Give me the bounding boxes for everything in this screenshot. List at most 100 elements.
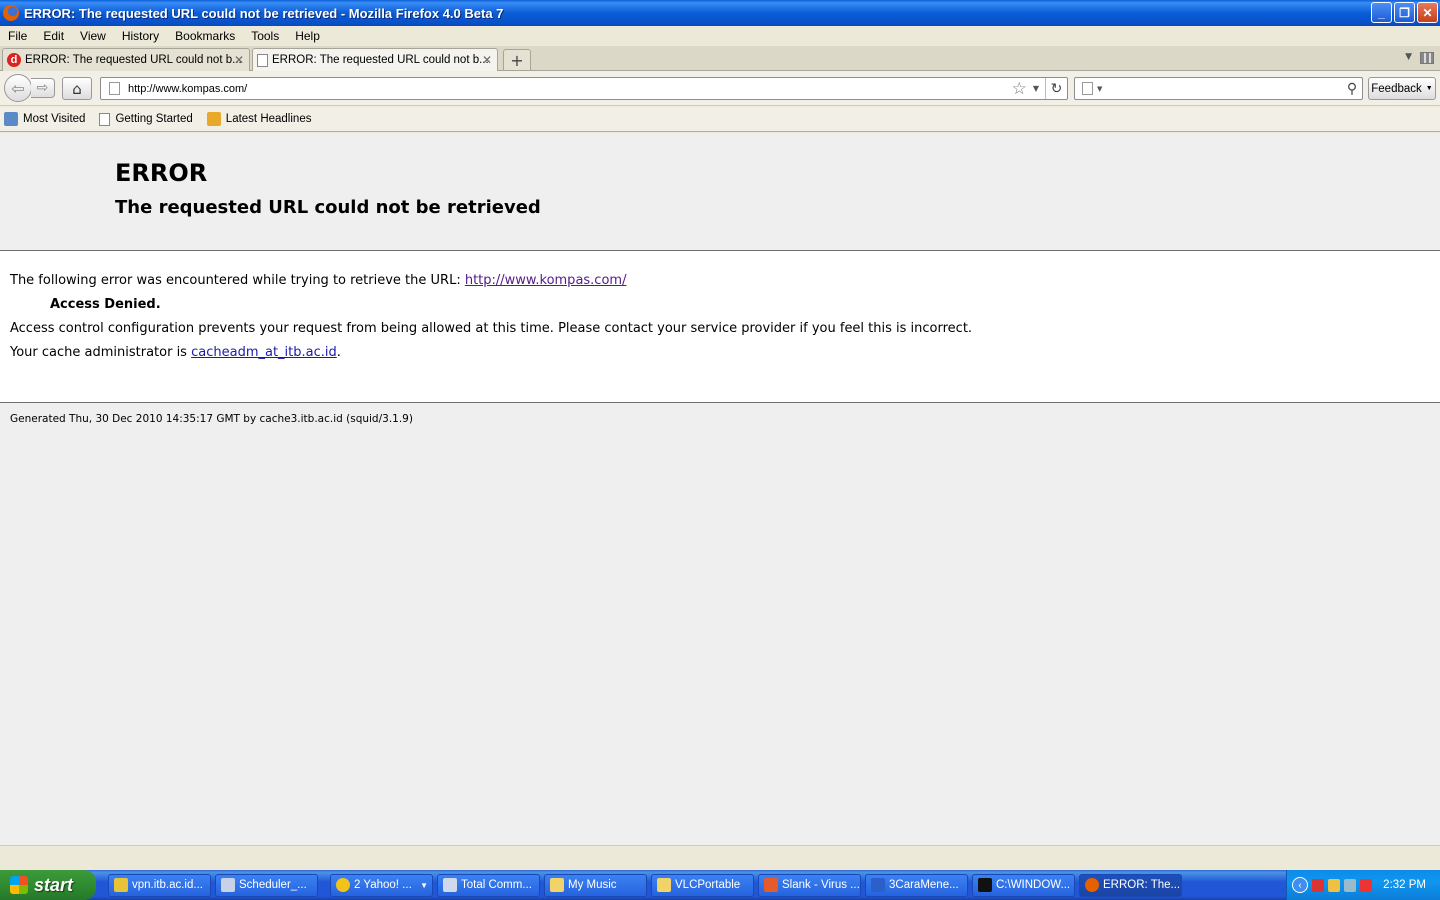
smart-folder-icon <box>4 112 18 126</box>
search-magnifier-icon[interactable]: ⚲ <box>1342 81 1362 97</box>
forward-button[interactable]: ⇨ <box>31 78 55 98</box>
home-icon: ⌂ <box>72 79 82 98</box>
menu-bar: File Edit View History Bookmarks Tools H… <box>0 26 1440 46</box>
reload-button[interactable]: ↻ <box>1045 78 1067 99</box>
taskbar-item-scheduler[interactable]: Scheduler_... <box>215 873 318 897</box>
error-header: ERROR The requested URL could not be ret… <box>0 133 1440 251</box>
tab-error-1[interactable]: d ERROR: The requested URL could not b..… <box>2 48 250 71</box>
tab-label: ERROR: The requested URL could not b... <box>25 54 242 66</box>
taskbar-item-slank[interactable]: Slank - Virus ... <box>758 873 861 897</box>
url-history-dropdown-icon[interactable]: ▼ <box>1033 84 1039 93</box>
clock[interactable]: 2:32 PM <box>1383 879 1426 891</box>
taskbar-item-vlcportable[interactable]: VLCPortable <box>651 873 754 897</box>
menu-file[interactable]: File <box>8 29 27 43</box>
windows-logo-icon <box>10 876 28 894</box>
cmd-icon <box>978 878 992 892</box>
taskbar-item-label: ERROR: The... <box>1103 879 1181 891</box>
reload-icon: ↻ <box>1050 80 1063 97</box>
taskbar-item-word-doc[interactable]: 3CaraMene... <box>865 873 968 897</box>
page-icon <box>99 112 111 126</box>
start-label: start <box>34 874 74 895</box>
tray-expand-icon[interactable]: ‹ <box>1292 877 1308 893</box>
antivirus-icon[interactable] <box>1360 878 1372 892</box>
menu-tools[interactable]: Tools <box>251 29 279 43</box>
error-body: The following error was encountered whil… <box>0 251 1440 403</box>
navigation-toolbar: ⇦ ⇨ ⌂ http://www.kompas.com/ ☆ ▼ ↻ ▼ ⚲ F… <box>0 71 1440 106</box>
search-bar[interactable]: ▼ ⚲ <box>1074 77 1363 100</box>
error-intro-text: The following error was encountered whil… <box>10 273 461 288</box>
taskbar-item-label: My Music <box>568 879 617 891</box>
error-intro-paragraph: The following error was encountered whil… <box>10 273 1440 288</box>
new-tab-button[interactable]: + <box>503 49 531 71</box>
search-input[interactable] <box>1108 82 1342 95</box>
firefox-icon <box>1085 878 1099 892</box>
home-button[interactable]: ⌂ <box>62 77 92 100</box>
taskbar-item-label: C:\WINDOW... <box>996 879 1071 891</box>
tab-groups-icon[interactable] <box>1420 52 1434 64</box>
taskbar-item-label: 2 Yahoo! ... <box>354 879 412 891</box>
rss-feed-icon <box>206 112 221 126</box>
taskbar-item-label: VLCPortable <box>675 879 741 891</box>
tray-app-icon[interactable] <box>1312 878 1324 892</box>
taskbar-item-label: Total Comm... <box>461 879 532 891</box>
windows-taskbar: start vpn.itb.ac.id... Scheduler_... 2 Y… <box>0 870 1440 900</box>
taskbar-item-my-music[interactable]: My Music <box>544 873 647 897</box>
requested-url-link[interactable]: http://www.kompas.com/ <box>465 273 627 288</box>
minimize-button[interactable]: _ <box>1371 2 1392 23</box>
status-bar <box>0 845 1440 870</box>
error-subtitle: The requested URL could not be retrieved <box>115 197 541 218</box>
cache-admin-email-link[interactable]: cacheadm_at_itb.ac.id <box>191 345 337 360</box>
chrome-icon <box>114 878 128 892</box>
tray-app-icon[interactable] <box>1328 878 1340 892</box>
tab-list-chevron-icon[interactable]: ▼ <box>1405 52 1412 62</box>
page-content: ERROR The requested URL could not be ret… <box>0 133 1440 845</box>
taskbar-item-firefox[interactable]: ERROR: The... <box>1079 873 1182 897</box>
bookmark-most-visited[interactable]: Most Visited <box>4 112 85 126</box>
cache-admin-suffix: . <box>336 345 341 360</box>
network-icon[interactable] <box>1344 878 1356 892</box>
menu-help[interactable]: Help <box>295 29 320 43</box>
bookmark-getting-started[interactable]: Getting Started <box>93 112 193 126</box>
search-engine-icon[interactable] <box>1082 82 1093 95</box>
forward-arrow-icon: ⇨ <box>36 80 49 96</box>
tab-error-2[interactable]: ERROR: The requested URL could not b... … <box>252 48 498 71</box>
bookmark-label: Latest Headlines <box>225 113 312 125</box>
folder-icon <box>657 878 671 892</box>
start-button[interactable]: start <box>0 870 96 900</box>
tab-close-icon[interactable]: ✕ <box>234 53 244 67</box>
feedback-button[interactable]: Feedback ▼ <box>1368 77 1436 100</box>
menu-edit[interactable]: Edit <box>43 29 64 43</box>
bookmarks-toolbar: Most Visited Getting Started Latest Head… <box>0 107 1440 132</box>
menu-view[interactable]: View <box>80 29 106 43</box>
menu-history[interactable]: History <box>122 29 159 43</box>
restore-button[interactable]: ❐ <box>1394 2 1415 23</box>
search-engine-dropdown-icon[interactable]: ▼ <box>1097 85 1102 93</box>
bookmark-star-icon[interactable]: ☆ <box>1012 79 1027 99</box>
bookmark-latest-headlines[interactable]: Latest Headlines <box>201 112 312 126</box>
group-dropdown-icon: ▼ <box>420 880 428 890</box>
taskbar-item-vpn[interactable]: vpn.itb.ac.id... <box>108 873 211 897</box>
firefox-icon <box>3 5 19 21</box>
taskbar-item-label: 3CaraMene... <box>889 879 959 891</box>
site-identity-icon[interactable] <box>109 82 120 95</box>
url-bar[interactable]: http://www.kompas.com/ ☆ ▼ ↻ <box>100 77 1068 100</box>
back-arrow-icon: ⇦ <box>11 78 25 98</box>
page-icon <box>257 53 268 67</box>
cache-admin-prefix: Your cache administrator is <box>10 345 187 360</box>
back-button[interactable]: ⇦ <box>4 74 32 102</box>
menu-bookmarks[interactable]: Bookmarks <box>175 29 235 43</box>
url-text[interactable]: http://www.kompas.com/ <box>128 83 1012 95</box>
cube-icon <box>221 878 235 892</box>
window-titlebar[interactable]: ERROR: The requested URL could not be re… <box>0 0 1440 26</box>
taskbar-item-cmd[interactable]: C:\WINDOW... <box>972 873 1075 897</box>
media-player-icon <box>764 878 778 892</box>
tab-close-icon[interactable]: ✕ <box>482 53 492 67</box>
bookmark-label: Most Visited <box>23 113 86 125</box>
cache-admin-paragraph: Your cache administrator is cacheadm_at_… <box>10 345 1440 360</box>
taskbar-item-yahoo[interactable]: 2 Yahoo! ... ▼ <box>330 873 433 897</box>
yahoo-smiley-icon <box>336 878 350 892</box>
taskbar-item-total-commander[interactable]: Total Comm... <box>437 873 540 897</box>
tab-label: ERROR: The requested URL could not b... <box>272 54 489 66</box>
detik-favicon-icon: d <box>7 53 21 67</box>
close-button[interactable]: ✕ <box>1417 2 1438 23</box>
